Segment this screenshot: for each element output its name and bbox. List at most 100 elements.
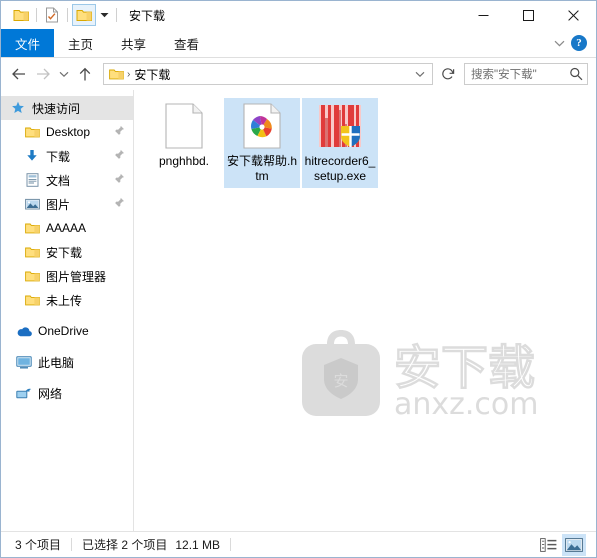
sidebar-item-label: 网络 [38, 386, 63, 401]
computer-icon [15, 354, 33, 370]
document-icon [23, 172, 41, 188]
blank-document-icon [160, 102, 208, 150]
toolbar-divider-3 [116, 8, 117, 22]
file-item-hitrecorder-setup-exe[interactable]: hitrecorder6_setup.exe [302, 98, 378, 188]
file-item-pnghhbd[interactable]: pnghhbd. [146, 98, 222, 188]
folder-icon [23, 124, 41, 140]
sidebar-item-label: 下载 [46, 149, 71, 164]
address-bar-right [410, 64, 430, 84]
folder-icon [23, 244, 41, 260]
sidebar-item-label: 图片 [46, 197, 71, 212]
sidebar-item-quick-access[interactable]: 快速访问 [1, 96, 133, 120]
sidebar-item-label: Desktop [46, 125, 91, 139]
chevron-down-icon[interactable] [554, 40, 565, 47]
folder-icon [23, 220, 41, 236]
file-grid: pnghhbd. 安下载帮助.htm hitrecorder6_setup.ex… [134, 90, 596, 188]
onedrive-icon [15, 323, 33, 339]
tab-view[interactable]: 查看 [160, 29, 213, 57]
file-name: hitrecorder6_setup.exe [304, 154, 376, 183]
search-box[interactable]: 搜索"安下载" [464, 63, 588, 85]
file-name: pnghhbd. [158, 154, 210, 168]
status-divider-2 [230, 538, 232, 551]
sidebar-item-picture-manager[interactable]: 图片管理器 [1, 264, 133, 288]
network-icon [15, 385, 33, 401]
item-count-label: 3 个项目 [15, 538, 62, 552]
site-watermark: 安 安下载 anxz.com [286, 322, 548, 422]
chevron-down-icon[interactable] [96, 4, 112, 26]
sidebar-item-label: 安下载 [46, 245, 83, 260]
search-input[interactable]: 搜索"安下载" [471, 66, 569, 82]
sidebar-item-not-uploaded[interactable]: 未上传 [1, 288, 133, 312]
status-bar: 3 个项目 已选择 2 个项目 12.1 MB [1, 531, 596, 557]
tab-share[interactable]: 共享 [107, 29, 160, 57]
properties-icon[interactable] [41, 4, 63, 26]
sidebar-item-anxiazai[interactable]: 安下载 [1, 240, 133, 264]
recent-locations-button[interactable] [55, 62, 73, 86]
close-button[interactable] [551, 1, 596, 29]
window-controls [461, 1, 596, 29]
pictures-icon [23, 196, 41, 212]
file-explorer-window: 安下载 文件 主页 共享 查看 ? › 安下载 搜索"安下载" 快速访问 Des… [0, 0, 597, 558]
sidebar-item-onedrive[interactable]: OneDrive [1, 319, 133, 343]
svg-text:安下载: 安下载 [394, 341, 535, 396]
toolbar-divider [36, 8, 37, 22]
sidebar-item-pictures[interactable]: 图片 [1, 192, 133, 216]
details-view-button[interactable] [536, 534, 560, 556]
breadcrumb[interactable]: 安下载 [134, 66, 170, 83]
file-list-view[interactable]: 安 安下载 anxz.com pnghhbd. 安下载帮助.htm hitrec… [134, 90, 596, 531]
sidebar-item-documents[interactable]: 文档 [1, 168, 133, 192]
selection-size-label: 12.1 MB [175, 537, 221, 552]
pin-icon[interactable] [114, 125, 125, 139]
sidebar-item-label: AAAAA [46, 221, 87, 235]
folder-icon[interactable] [10, 4, 32, 26]
up-button[interactable] [73, 62, 97, 86]
tab-home[interactable]: 主页 [54, 29, 107, 57]
address-bar[interactable]: › 安下载 [103, 63, 433, 85]
chevron-down-icon[interactable] [410, 64, 430, 84]
selection-count-label: 已选择 2 个项目 [82, 538, 168, 552]
minimize-button[interactable] [461, 1, 506, 29]
address-bar-row: › 安下载 搜索"安下载" [1, 58, 596, 90]
svg-text:anxz.com: anxz.com [394, 387, 539, 422]
pin-icon[interactable] [114, 149, 125, 163]
sidebar-item-label: 图片管理器 [46, 269, 107, 284]
file-name: 安下载帮助.htm [226, 154, 297, 183]
help-icon[interactable]: ? [571, 35, 587, 51]
large-icons-view-button[interactable] [562, 533, 586, 556]
search-icon[interactable] [569, 67, 583, 81]
back-button[interactable] [7, 62, 31, 86]
pin-icon[interactable] [114, 173, 125, 187]
status-divider [71, 538, 73, 551]
sidebar-item-this-pc[interactable]: 此电脑 [1, 350, 133, 374]
sidebar-item-network[interactable]: 网络 [1, 381, 133, 405]
maximize-button[interactable] [506, 1, 551, 29]
view-toggle-group [536, 533, 596, 556]
sidebar-item-label: 文档 [46, 173, 71, 188]
pin-icon[interactable] [114, 197, 125, 211]
tab-file[interactable]: 文件 [1, 29, 55, 57]
folder-icon [23, 268, 41, 284]
star-icon [9, 100, 27, 116]
forward-button[interactable] [31, 62, 55, 86]
sidebar-item-aaaaa[interactable]: AAAAA [1, 216, 133, 240]
sidebar-item-label: OneDrive [38, 324, 89, 338]
sidebar-item-desktop[interactable]: Desktop [1, 120, 133, 144]
title-bar: 安下载 [1, 1, 596, 29]
quick-access-toolbar: 安下载 [1, 4, 165, 26]
breadcrumb-separator[interactable]: › [124, 69, 134, 80]
ribbon-tab-bar: 文件 主页 共享 查看 ? [1, 29, 596, 58]
folder-icon [23, 292, 41, 308]
sidebar-item-label: 此电脑 [38, 355, 75, 370]
html-pinwheel-icon [238, 102, 286, 150]
file-item-anxiazai-help-htm[interactable]: 安下载帮助.htm [224, 98, 300, 188]
sidebar-item-label: 快速访问 [32, 101, 81, 116]
explorer-body: 快速访问 Desktop 下载 文档 图片 AAAAA 安下载 图片管理器 未上… [1, 90, 596, 531]
sidebar-item-downloads[interactable]: 下载 [1, 144, 133, 168]
navigation-pane[interactable]: 快速访问 Desktop 下载 文档 图片 AAAAA 安下载 图片管理器 未上… [1, 90, 134, 531]
toolbar-divider-2 [67, 8, 68, 22]
new-folder-icon[interactable] [72, 4, 96, 26]
sidebar-item-label: 未上传 [46, 293, 83, 308]
refresh-button[interactable] [438, 62, 458, 86]
